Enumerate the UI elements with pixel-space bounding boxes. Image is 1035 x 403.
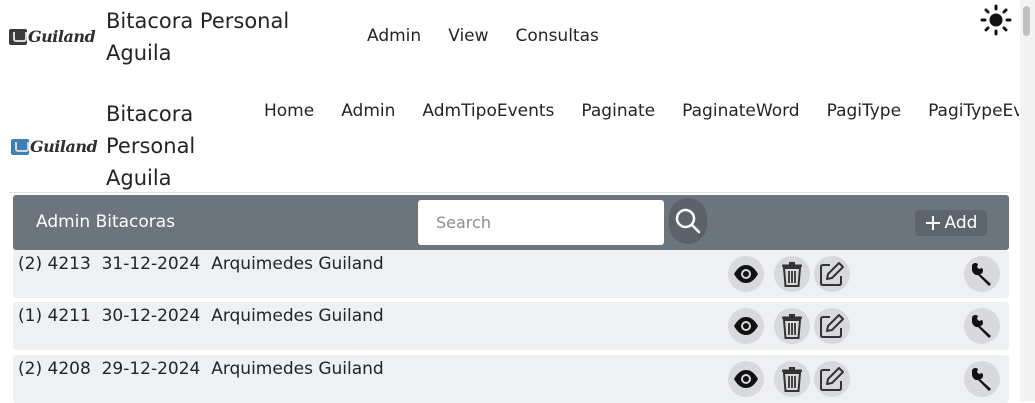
trash-icon (782, 314, 802, 339)
record-author: Arquimedes Guiland (211, 359, 384, 379)
list-item: (1) 4211 30-12-2024 Arquimedes Guiland (13, 302, 1009, 350)
subnav-item-admtipoevents[interactable]: AdmTipoEvents (422, 101, 554, 121)
delete-button[interactable] (774, 256, 810, 292)
wrench-icon (972, 314, 991, 338)
wrench-icon (972, 262, 991, 286)
main-nav: Admin View Consultas (367, 26, 599, 46)
record-author: Arquimedes Guiland (211, 306, 384, 326)
record-summary: (2) 4208 29-12-2024 Arquimedes Guiland (18, 359, 384, 379)
edit-button[interactable] (814, 256, 850, 292)
subnav-brand-title[interactable]: Bitacora Personal Aguila (106, 98, 195, 194)
wrench-icon (972, 367, 991, 391)
nav-item-admin[interactable]: Admin (367, 26, 421, 46)
settings-button[interactable] (964, 256, 1000, 292)
divider (9, 192, 1009, 193)
delete-button[interactable] (774, 361, 810, 397)
record-count: (2) (18, 254, 43, 274)
view-button[interactable] (728, 256, 764, 292)
record-count: (1) (18, 306, 43, 326)
nav-item-view[interactable]: View (448, 26, 488, 46)
subnav-item-pagitype[interactable]: PagiType (827, 101, 901, 121)
list-item: (2) 4213 31-12-2024 Arquimedes Guiland (13, 250, 1009, 298)
list-item: (2) 4208 29-12-2024 Arquimedes Guiland (13, 355, 1009, 403)
subnav-brand-line3: Aguila (106, 166, 172, 190)
subnav-brand-line2: Personal (106, 134, 196, 158)
search-input[interactable] (418, 200, 664, 245)
settings-button[interactable] (964, 361, 1000, 397)
search-icon (675, 208, 701, 234)
record-id: 4208 (47, 359, 91, 379)
brand-logo[interactable]: Guiland (9, 27, 96, 46)
add-button-label: Add (944, 213, 978, 233)
toolbar-title: Admin Bitacoras (36, 212, 176, 232)
delete-button[interactable] (774, 308, 810, 344)
view-button[interactable] (728, 308, 764, 344)
logo-text: Guiland (30, 137, 98, 156)
logo-mark-icon (9, 28, 27, 45)
edit-icon (820, 262, 844, 286)
record-id: 4213 (47, 254, 91, 274)
record-author: Arquimedes Guiland (211, 254, 384, 274)
logo-mark-icon (11, 138, 29, 155)
eye-icon (734, 370, 758, 388)
edit-icon (820, 367, 844, 391)
record-date: 31-12-2024 (101, 254, 201, 274)
subnav-logo[interactable]: Guiland (11, 137, 98, 156)
subnav-item-pagitypeeve[interactable]: PagiTypeEve (928, 101, 1019, 121)
eye-icon (734, 265, 758, 283)
settings-button[interactable] (964, 308, 1000, 344)
record-date: 29-12-2024 (101, 359, 201, 379)
brand-title-line2: Aguila (106, 41, 172, 65)
sun-icon (980, 4, 1012, 36)
logo-text: Guiland (28, 27, 96, 46)
brand-title[interactable]: Bitacora Personal Aguila (106, 5, 289, 69)
record-id: 4211 (47, 306, 91, 326)
subnav-brand-line1: Bitacora (106, 102, 194, 126)
view-button[interactable] (728, 361, 764, 397)
theme-toggle-button[interactable] (980, 4, 1012, 40)
search-button[interactable] (669, 198, 707, 244)
subnav-item-admin[interactable]: Admin (341, 101, 395, 121)
edit-icon (820, 314, 844, 338)
record-summary: (2) 4213 31-12-2024 Arquimedes Guiland (18, 254, 384, 274)
nav-item-consultas[interactable]: Consultas (516, 26, 599, 46)
record-count: (2) (18, 359, 43, 379)
record-summary: (1) 4211 30-12-2024 Arquimedes Guiland (18, 306, 384, 326)
plus-icon (925, 216, 940, 230)
scrollbar[interactable] (1020, 0, 1035, 401)
record-date: 30-12-2024 (101, 306, 201, 326)
edit-button[interactable] (814, 308, 850, 344)
trash-icon (782, 367, 802, 392)
subnav: Home Admin AdmTipoEvents Paginate Pagina… (264, 101, 1019, 121)
eye-icon (734, 317, 758, 335)
brand-title-line1: Bitacora Personal (106, 9, 290, 33)
add-button[interactable]: Add (915, 210, 987, 236)
scrollbar-thumb[interactable] (1023, 6, 1030, 36)
subnav-item-paginate[interactable]: Paginate (581, 101, 655, 121)
edit-button[interactable] (814, 361, 850, 397)
admin-toolbar: Admin Bitacoras Add (13, 195, 1009, 250)
subnav-item-home[interactable]: Home (264, 101, 314, 121)
trash-icon (782, 262, 802, 287)
subnav-item-paginateword[interactable]: PaginateWord (682, 101, 799, 121)
